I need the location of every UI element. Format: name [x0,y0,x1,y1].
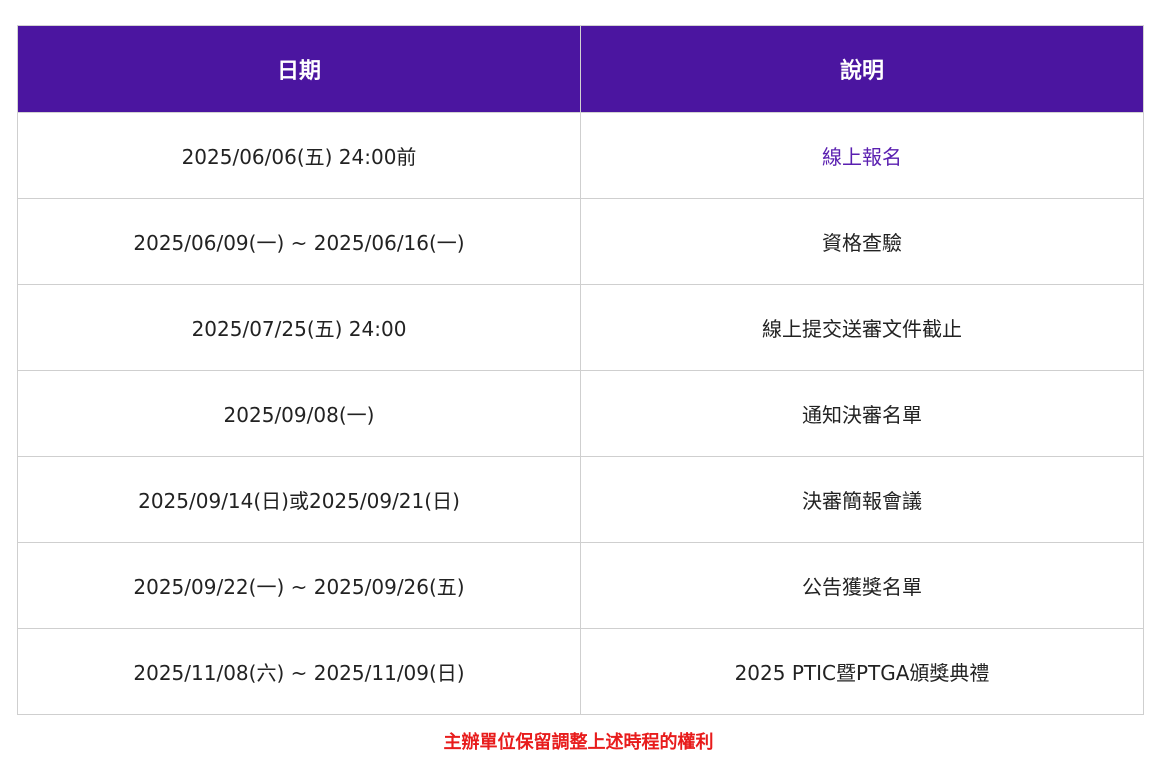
row-description: 線上提交送審文件截止 [580,284,1144,371]
schedule-table: 日期 說明 2025/06/06(五) 24:00前 線上報名 2025/06/… [17,25,1144,715]
row-description: 線上報名 [580,112,1144,199]
row-description: 公告獲獎名單 [580,542,1144,629]
header-date: 日期 [17,25,581,113]
row-description: 資格查驗 [580,198,1144,285]
row-date: 2025/06/06(五) 24:00前 [17,112,581,199]
table-row: 2025/07/25(五) 24:00 線上提交送審文件截止 [17,284,1144,371]
schedule-disclaimer: 主辦單位保留調整上述時程的權利 [443,732,714,753]
table-row: 2025/06/09(一) ~ 2025/06/16(一) 資格查驗 [17,198,1144,285]
row-date: 2025/07/25(五) 24:00 [17,284,581,371]
table-row: 2025/06/06(五) 24:00前 線上報名 [17,112,1144,199]
row-date: 2025/09/22(一) ~ 2025/09/26(五) [17,542,581,629]
table-row: 2025/09/14(日)或2025/09/21(日) 決審簡報會議 [17,456,1144,543]
online-registration-link[interactable]: 線上報名 [822,145,902,169]
table-row: 2025/09/08(一) 通知決審名單 [17,370,1144,457]
table-row: 2025/09/22(一) ~ 2025/09/26(五) 公告獲獎名單 [17,542,1144,629]
row-description: 通知決審名單 [580,370,1144,457]
row-date: 2025/09/14(日)或2025/09/21(日) [17,456,581,543]
header-description: 說明 [580,25,1144,113]
row-description: 決審簡報會議 [580,456,1144,543]
row-date: 2025/11/08(六) ~ 2025/11/09(日) [17,628,581,715]
table-header-row: 日期 說明 [17,25,1144,113]
row-description: 2025 PTIC暨PTGA頒獎典禮 [580,628,1144,715]
row-date: 2025/06/09(一) ~ 2025/06/16(一) [17,198,581,285]
row-date: 2025/09/08(一) [17,370,581,457]
table-row: 2025/11/08(六) ~ 2025/11/09(日) 2025 PTIC暨… [17,628,1144,715]
